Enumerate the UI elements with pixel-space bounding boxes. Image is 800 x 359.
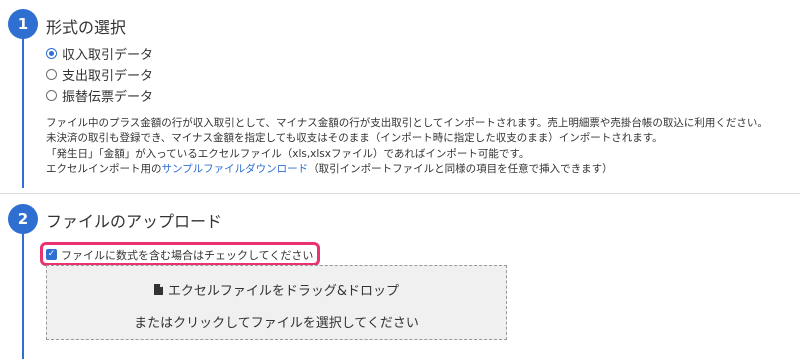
description-line: ファイル中のプラス金額の行が収入取引として、マイナス金額の行が支出取引としてイン… <box>46 117 768 129</box>
section-title-upload: ファイルのアップロード <box>46 212 223 231</box>
radio-button-icon[interactable] <box>46 68 57 80</box>
radio-label: 振替伝票データ <box>62 89 154 105</box>
sample-file-download-link[interactable]: サンプルファイルダウンロード <box>162 163 309 175</box>
radio-income-data[interactable]: 収入取引データ <box>46 44 154 63</box>
radio-button-icon[interactable] <box>46 89 57 101</box>
radio-transfer-data[interactable]: 振替伝票データ <box>46 86 154 105</box>
section-divider <box>0 193 800 194</box>
description-line: エクセルインポート用のサンプルファイルダウンロード（取引インポートファイルと同様… <box>46 162 768 177</box>
description-line: 「発生日」「金額」が入っているエクセルファイル（xls,xlsxファイル）であれ… <box>46 147 530 160</box>
format-description: ファイル中のプラス金額の行が収入取引として、マイナス金額の行が支出取引としてイン… <box>46 116 768 177</box>
radio-label: 支出取引データ <box>62 68 154 84</box>
formula-checkbox-row[interactable]: ✓ ファイルに数式を含む場合はチェックしてください <box>46 247 313 262</box>
description-text: （取引インポートファイルと同様の項目を任意で挿入できます） <box>308 162 613 175</box>
radio-expense-data[interactable]: 支出取引データ <box>46 65 154 84</box>
description-text: エクセルインポート用の <box>46 162 162 175</box>
radio-label: 収入取引データ <box>62 47 154 63</box>
dropzone-drag-text: エクセルファイルをドラッグ&ドロップ <box>167 284 400 299</box>
step-number-1: 1 <box>8 9 38 39</box>
file-dropzone[interactable]: エクセルファイルをドラッグ&ドロップ またはクリックしてファイルを選択してくださ… <box>46 265 507 340</box>
file-icon <box>153 284 163 295</box>
step-number-2: 2 <box>8 204 38 234</box>
dropzone-click-text: またはクリックしてファイルを選択してください <box>134 316 419 331</box>
section-title-format: 形式の選択 <box>46 18 127 37</box>
formula-checkbox-label: ファイルに数式を含む場合はチェックしてください <box>61 248 314 262</box>
dropzone-drag-text-row: エクセルファイルをドラッグ&ドロップ <box>47 280 506 299</box>
formula-checkbox[interactable]: ✓ <box>46 249 57 260</box>
radio-button-icon[interactable] <box>46 47 57 59</box>
description-line: 未決済の取引も登録でき、マイナス金額を指定しても収支はそのまま（インポート時に指… <box>46 132 663 145</box>
